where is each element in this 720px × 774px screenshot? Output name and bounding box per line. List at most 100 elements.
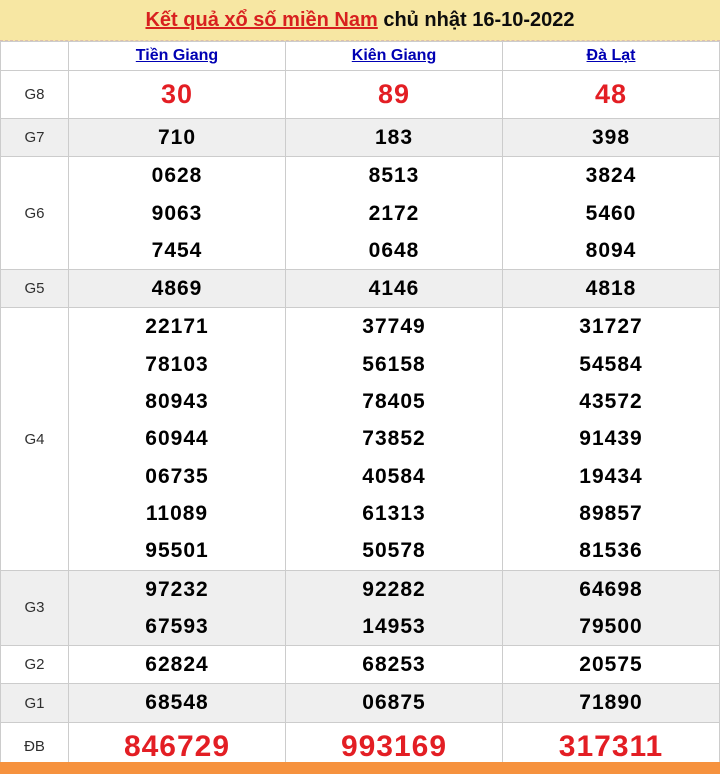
- prize-number: 80943: [145, 390, 209, 414]
- prize-cell-G6-col2: 3824 5460 8094: [502, 156, 720, 271]
- prize-cell-G8-col0: 30: [68, 70, 286, 119]
- prize-number: 79500: [579, 614, 643, 638]
- prize-cell-G3-col0: 97232 67593: [68, 569, 286, 647]
- prize-row-G6: G6 0628 9063 7454 8513 2172 0648 3824 5460 8094: [0, 156, 720, 271]
- prize-number: 710: [157, 126, 197, 149]
- province-link-1[interactable]: Kiên Giang: [352, 47, 436, 64]
- prize-row-G8: G8 30 89 48: [0, 70, 720, 119]
- prize-number: 71890: [579, 691, 643, 715]
- prize-number: 31727: [579, 315, 643, 339]
- prize-cell-G7-col0: 710: [68, 117, 286, 158]
- prize-number: 7454: [151, 238, 203, 262]
- prize-number: 0628: [151, 164, 203, 188]
- bottom-bar: [0, 762, 720, 774]
- title-bar: Kết quả xổ số miền Nam chủ nhật 16-10-20…: [0, 0, 720, 41]
- prize-cell-G5-col1: 4146: [285, 269, 503, 309]
- prize-label-G4: G4: [0, 307, 69, 571]
- prize-number: 8094: [585, 238, 637, 262]
- prize-number: 37749: [362, 315, 426, 339]
- prize-row-G3: G3 97232 67593 92282 14953 64698 79500: [0, 569, 720, 647]
- column-header-row: Tiền Giang Kiên Giang Đà Lạt: [0, 41, 720, 71]
- prize-number: 62824: [145, 653, 209, 677]
- prize-cell-G5-col2: 4818: [502, 269, 720, 309]
- prize-number: 40584: [362, 464, 426, 488]
- prize-cell-G1-col0: 68548: [68, 683, 286, 723]
- prize-label-G1: G1: [0, 683, 69, 723]
- results-table-head: Tiền Giang Kiên Giang Đà Lạt: [0, 41, 720, 71]
- prize-number: 50578: [362, 539, 426, 563]
- province-link-2[interactable]: Đà Lạt: [587, 47, 636, 64]
- prize-cell-G1-col1: 06875: [285, 683, 503, 723]
- prize-number: 14953: [362, 614, 426, 638]
- prize-cell-G7-col2: 398: [502, 117, 720, 158]
- prize-row-G2: G2 62824 68253 20575: [0, 645, 720, 685]
- prize-number: 4869: [151, 277, 203, 301]
- prize-cell-G6-col0: 0628 9063 7454: [68, 156, 286, 271]
- prize-row-G1: G1 68548 06875 71890: [0, 683, 720, 723]
- prize-cell-G1-col2: 71890: [502, 683, 720, 723]
- prize-cell-G2-col0: 62824: [68, 645, 286, 685]
- prize-number: 89857: [579, 501, 643, 525]
- prize-number: 19434: [579, 464, 643, 488]
- prize-cell-G2-col2: 20575: [502, 645, 720, 685]
- province-link-0[interactable]: Tiền Giang: [136, 47, 218, 64]
- prize-cell-G3-col2: 64698 79500: [502, 569, 720, 647]
- prize-number: 78405: [362, 390, 426, 414]
- prize-number: 30: [160, 79, 194, 109]
- prize-cell-G6-col1: 8513 2172 0648: [285, 156, 503, 271]
- prize-cell-G4-col2: 31727 54584 43572 91439 19434 89857 81536: [502, 307, 720, 571]
- prize-cell-G8-col2: 48: [502, 70, 720, 119]
- results-table: Tiền Giang Kiên Giang Đà Lạt G8 30 89 48 G7 710…: [0, 41, 720, 772]
- prize-cell-G2-col1: 68253: [285, 645, 503, 685]
- prize-cell-G8-col1: 89: [285, 70, 503, 119]
- prize-number: 54584: [579, 352, 643, 376]
- province-header-2: Đà Lạt: [502, 41, 720, 71]
- prize-number: 3824: [585, 164, 637, 188]
- prize-label-G7: G7: [0, 117, 69, 158]
- prize-number: 5460: [585, 201, 637, 225]
- prize-number: 91439: [579, 427, 643, 451]
- prize-number: 95501: [145, 539, 209, 563]
- prize-number: 68548: [145, 691, 209, 715]
- prize-number: 89: [377, 79, 411, 109]
- prize-number: 61313: [362, 501, 426, 525]
- prize-number: 68253: [362, 653, 426, 677]
- prize-number: 8513: [368, 164, 420, 188]
- prize-number: 78103: [145, 352, 209, 376]
- prize-row-G7: G7 710 183 398: [0, 117, 720, 158]
- prize-number: 81536: [579, 539, 643, 563]
- prize-cell-G5-col0: 4869: [68, 269, 286, 309]
- prize-number: 43572: [579, 390, 643, 414]
- prize-label-G8: G8: [0, 70, 69, 119]
- prize-row-G5: G5 4869 4146 4818: [0, 269, 720, 309]
- title-date: chủ nhật 16-10-2022: [377, 8, 575, 31]
- prize-number: 20575: [579, 653, 643, 677]
- prize-number: 64698: [579, 577, 643, 601]
- prize-row-G4: G4 22171 78103 80943 60944 06735 11089 95501 377…: [0, 307, 720, 571]
- prize-label-G5: G5: [0, 269, 69, 309]
- prize-number: 67593: [145, 614, 209, 638]
- prize-number: 4818: [585, 277, 637, 301]
- prize-number: 56158: [362, 352, 426, 376]
- corner-cell: [0, 41, 69, 71]
- prize-number: 0648: [368, 238, 420, 262]
- prize-label-G6: G6: [0, 156, 69, 271]
- prize-number: 22171: [145, 315, 209, 339]
- prize-number: 2172: [368, 201, 420, 225]
- prize-number: 11089: [145, 501, 209, 525]
- prize-cell-G4-col0: 22171 78103 80943 60944 06735 11089 95501: [68, 307, 286, 571]
- results-table-body: G8 30 89 48 G7 710 183 398 G6 0628 9063 7454 8513 217…: [0, 70, 720, 772]
- prize-number: 183: [374, 126, 414, 149]
- prize-label-G3: G3: [0, 569, 69, 647]
- prize-number: 9063: [151, 201, 203, 225]
- prize-number: 398: [591, 126, 631, 149]
- province-header-0: Tiền Giang: [68, 41, 286, 71]
- prize-number: 97232: [145, 577, 209, 601]
- prize-number: 06735: [145, 464, 209, 488]
- prize-cell-G4-col1: 37749 56158 78405 73852 40584 61313 50578: [285, 307, 503, 571]
- prize-number: 4146: [368, 277, 420, 301]
- prize-label-G2: G2: [0, 645, 69, 685]
- title-link[interactable]: Kết quả xổ số miền Nam: [145, 9, 377, 32]
- prize-number: 60944: [145, 427, 209, 451]
- lottery-results-page: Kết quả xổ số miền Nam chủ nhật 16-10-20…: [0, 0, 720, 774]
